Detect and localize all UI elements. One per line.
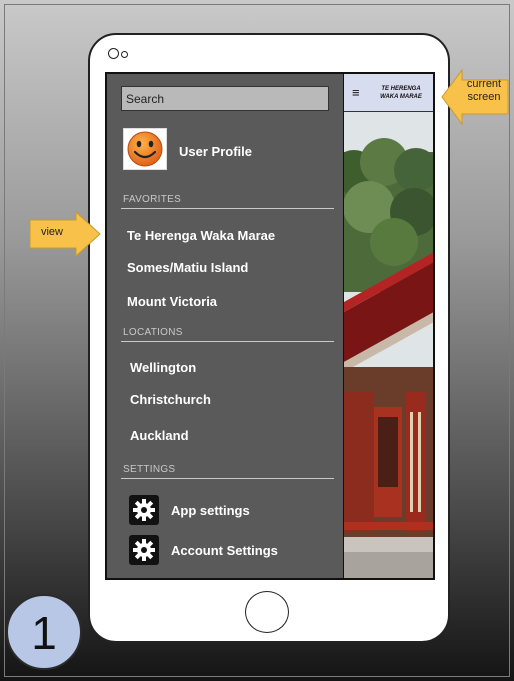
favorites-divider (121, 208, 334, 209)
current-screen-callout-line1: current (466, 78, 502, 90)
phone-screen: Search User Profile FAVORITES Te Herenga… (105, 72, 435, 580)
current-app-screen[interactable]: ≡ TE HERENGA WAKA MARAE (343, 74, 433, 578)
favorite-item-somes-matiu-island[interactable]: Somes/Matiu Island (127, 260, 248, 275)
user-profile-item[interactable]: User Profile (123, 128, 323, 172)
view-callout-label: view (40, 226, 63, 238)
location-item-wellington[interactable]: Wellington (130, 360, 196, 375)
location-item-christchurch[interactable]: Christchurch (130, 392, 211, 407)
step-number-badge: 1 (6, 594, 82, 670)
locations-divider (121, 341, 334, 342)
location-item-auckland[interactable]: Auckland (130, 428, 189, 443)
app-settings-label: App settings (171, 503, 250, 518)
account-settings-label: Account Settings (171, 543, 278, 558)
favorites-heading: FAVORITES (123, 194, 182, 205)
sensor-icon (121, 51, 128, 58)
current-screen-callout: current screen (440, 68, 510, 126)
smiley-avatar-icon (123, 128, 167, 170)
gear-icon (129, 535, 159, 565)
search-input[interactable]: Search (121, 86, 329, 111)
favorite-item-mount-victoria[interactable]: Mount Victoria (127, 294, 217, 309)
view-callout: view (28, 210, 102, 258)
gear-icon (129, 495, 159, 525)
app-title: TE HERENGA WAKA MARAE (380, 86, 422, 100)
camera-icon (108, 48, 119, 59)
home-button[interactable] (245, 591, 289, 633)
app-header: ≡ TE HERENGA WAKA MARAE (344, 74, 433, 112)
locations-heading: LOCATIONS (123, 327, 183, 338)
navigation-drawer: Search User Profile FAVORITES Te Herenga… (107, 74, 343, 578)
settings-divider (121, 478, 334, 479)
favorite-item-te-herenga-waka-marae[interactable]: Te Herenga Waka Marae (127, 228, 275, 243)
current-screen-callout-line2: screen (467, 91, 501, 103)
settings-heading: SETTINGS (123, 464, 176, 475)
user-profile-label: User Profile (179, 144, 252, 159)
marae-photo (344, 112, 433, 578)
hamburger-icon[interactable]: ≡ (352, 86, 360, 99)
